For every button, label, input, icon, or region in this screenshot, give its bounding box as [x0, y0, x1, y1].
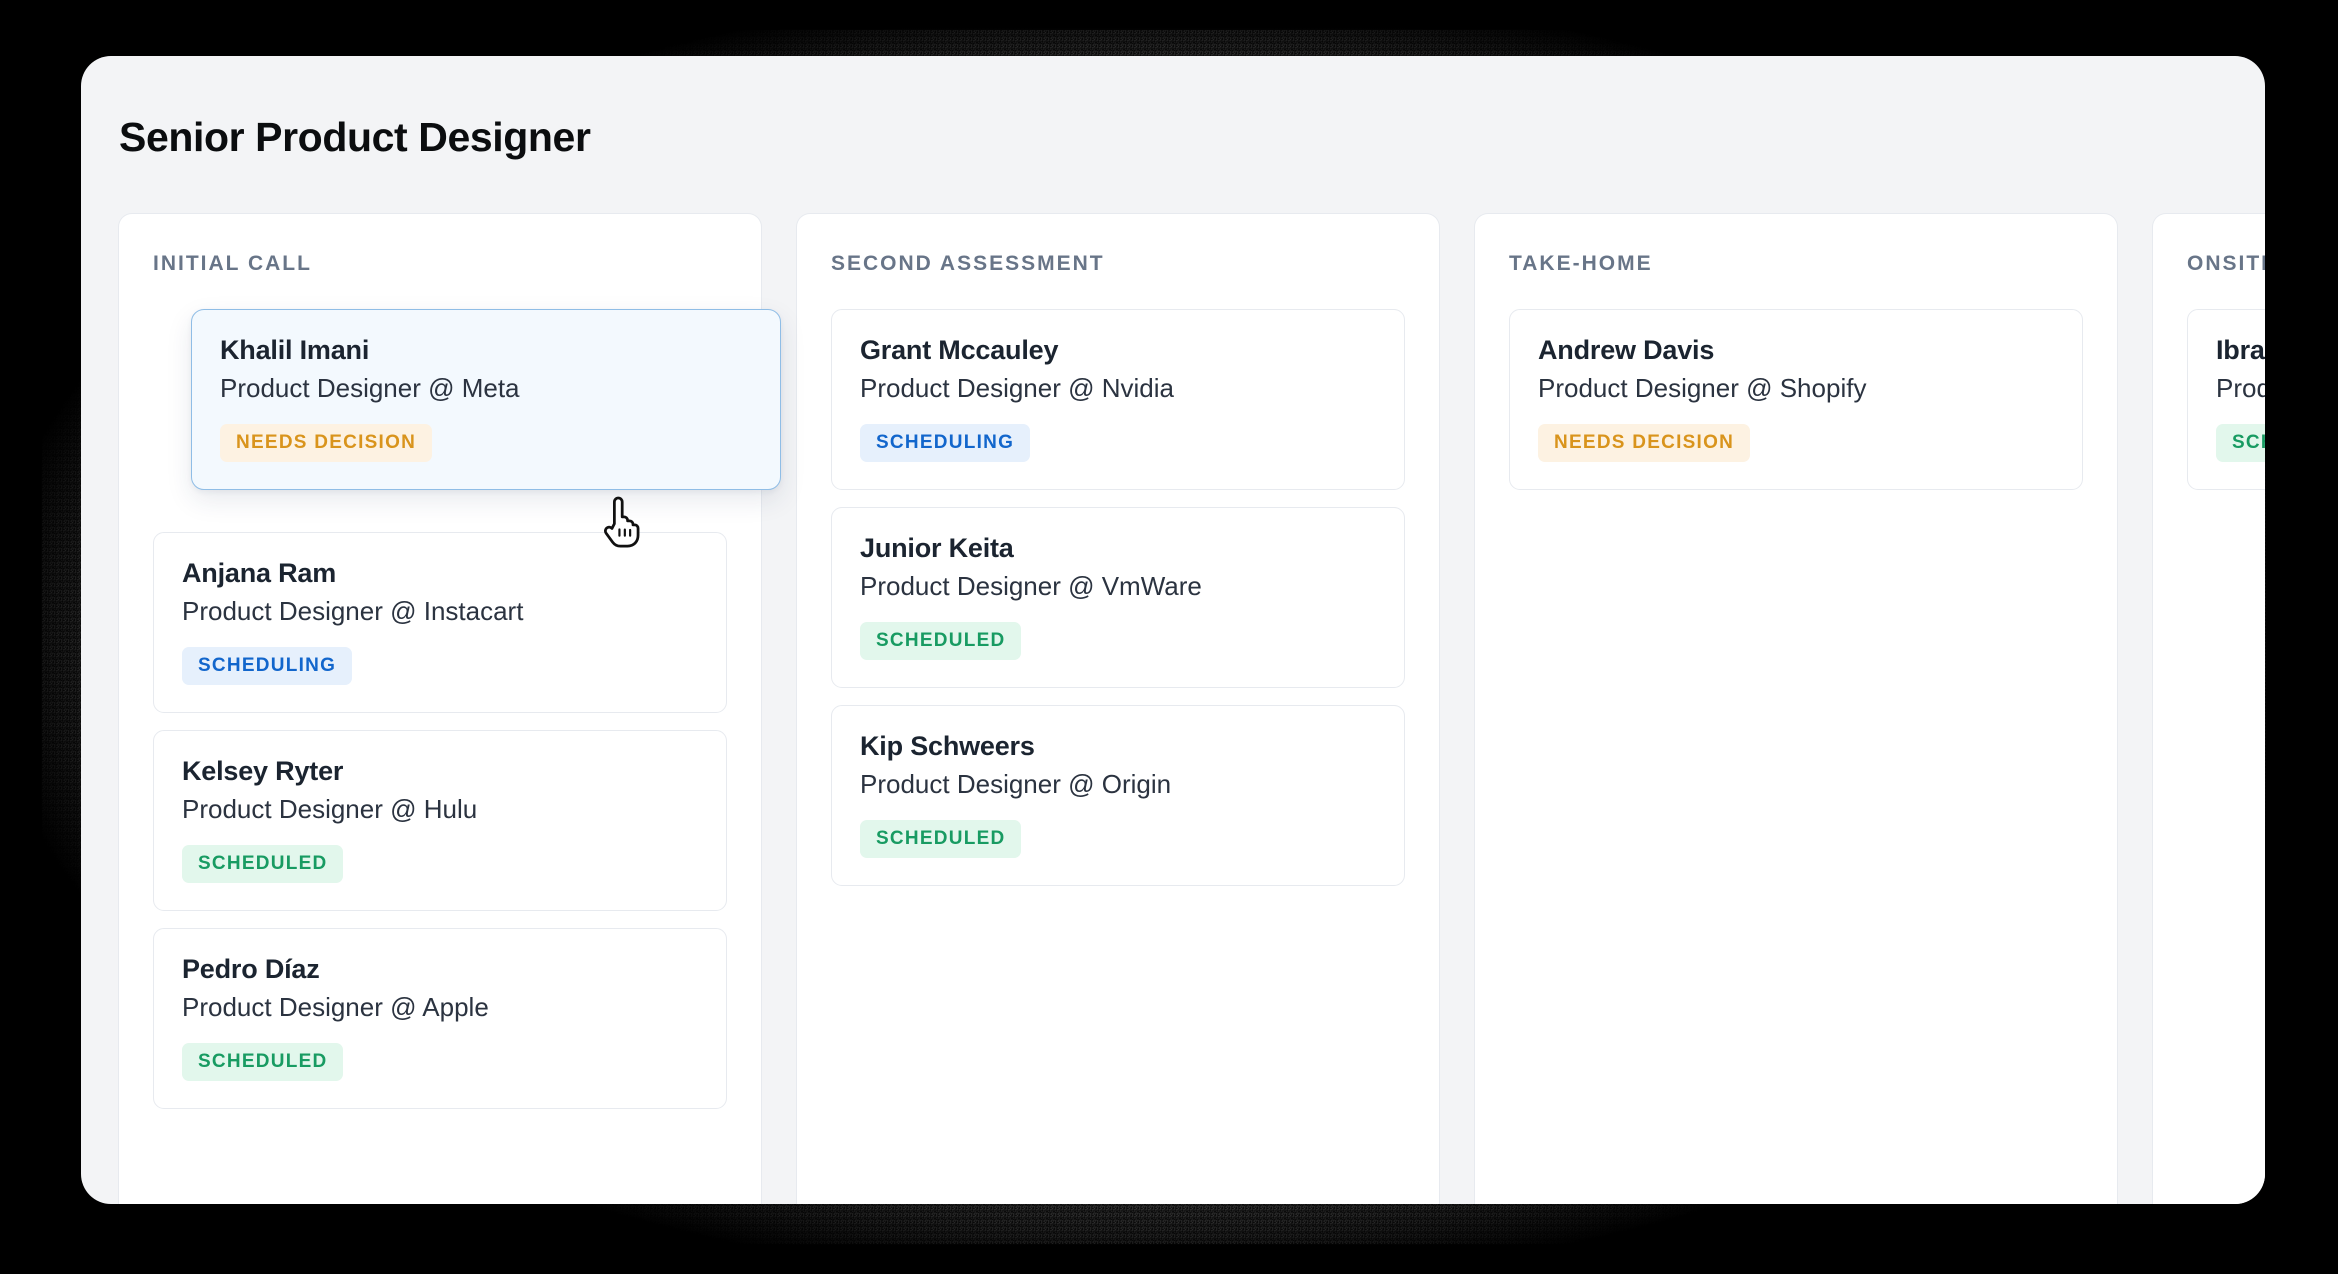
candidate-role: Product Designer @ Apple — [182, 991, 489, 1022]
candidate-card[interactable]: Grant Mccauley Product Designer @ Nvidia S… — [831, 309, 1405, 490]
candidate-name: Junior Keita — [860, 532, 1014, 563]
page-title: Senior Product Designer — [119, 114, 591, 160]
candidate-name: Andrew Davis — [1538, 335, 1715, 365]
column-header: SECOND ASSESSMENT — [831, 252, 1105, 275]
screenshot-frame: Senior Product Designer INITIAL CALL Anja… — [0, 0, 2338, 1274]
status-badge: SCHEDULED — [860, 819, 1022, 858]
status-badge: SCHEDULED — [182, 844, 344, 883]
column-header: TAKE-HOME — [1509, 252, 1653, 275]
candidate-card-dragging[interactable]: Khalil Imani Product Designer @ Meta NEEDS… — [191, 309, 781, 490]
candidate-name: Kip Schweers — [860, 730, 1035, 761]
candidate-card[interactable]: Ibrahim Product Designer @ SCHEDULED — [2187, 309, 2265, 490]
status-badge: SCHEDULING — [860, 423, 1031, 462]
board-column-initial-call[interactable]: INITIAL CALL Anjana Ram Product Designer @… — [118, 213, 781, 1204]
candidate-card[interactable]: Anjana Ram Product Designer @ Instacart SC… — [153, 532, 727, 713]
column-header: ONSITE — [2187, 252, 2265, 275]
candidate-role: Product Designer @ Meta — [220, 372, 520, 403]
board-column-onsite[interactable]: ONSITE Ibrahim Product Designer @ SCHEDULED — [2152, 213, 2265, 1204]
candidate-card[interactable]: Pedro Díaz Product Designer @ Apple SCHEDU… — [153, 927, 727, 1109]
candidate-name: Kelsey Ryter — [182, 755, 344, 786]
candidate-role: Product Designer @ Nvidia — [860, 372, 1174, 403]
candidate-role: Product Designer @ Instacart — [182, 595, 524, 626]
candidate-role: Product Designer @ VmWare — [860, 570, 1202, 601]
candidate-name: Grant Mccauley — [860, 335, 1059, 365]
candidate-name: Khalil Imani — [220, 335, 370, 365]
board-column-take-home[interactable]: TAKE-HOME Andrew Davis Product Designer @ … — [1474, 213, 2118, 1204]
candidate-name: Anjana Ram — [182, 558, 337, 588]
status-badge: SCHEDULING — [182, 646, 353, 685]
candidate-name: Ibrahim — [2216, 335, 2265, 365]
candidate-card[interactable]: Kelsey Ryter Product Designer @ Hulu SCHED… — [153, 729, 727, 911]
column-card-list: Andrew Davis Product Designer @ Shopify NE… — [1475, 309, 2117, 490]
candidate-role: Product Designer @ Shopify — [1538, 372, 1867, 403]
kanban-board: INITIAL CALL Anjana Ram Product Designer @… — [118, 213, 2265, 1204]
column-card-list: Ibrahim Product Designer @ SCHEDULED — [2153, 309, 2265, 490]
app-viewport: Senior Product Designer INITIAL CALL Anja… — [81, 56, 2265, 1204]
column-header: INITIAL CALL — [153, 252, 312, 275]
candidate-card[interactable]: Junior Keita Product Designer @ VmWare SCH… — [831, 506, 1405, 688]
status-badge: NEEDS DECISION — [1538, 423, 1751, 462]
candidate-role: Product Designer @ Hulu — [182, 793, 478, 824]
candidate-role: Product Designer @ Origin — [860, 768, 1172, 799]
candidate-card[interactable]: Kip Schweers Product Designer @ Origin SCH… — [831, 704, 1405, 886]
candidate-card[interactable]: Andrew Davis Product Designer @ Shopify NE… — [1509, 309, 2083, 490]
status-badge: SCHEDULED — [182, 1042, 344, 1081]
candidate-name: Pedro Díaz — [182, 953, 320, 984]
candidate-role: Product Designer @ — [2216, 372, 2265, 403]
status-badge: SCHEDULED — [860, 621, 1022, 660]
status-badge: SCHEDULED — [2216, 423, 2265, 462]
column-card-list: Anjana Ram Product Designer @ Instacart SC… — [119, 309, 781, 1109]
status-badge: NEEDS DECISION — [220, 423, 433, 462]
board-column-second-assessment[interactable]: SECOND ASSESSMENT Grant Mccauley Product D… — [796, 213, 1440, 1204]
column-card-list: Grant Mccauley Product Designer @ Nvidia S… — [797, 309, 1439, 886]
